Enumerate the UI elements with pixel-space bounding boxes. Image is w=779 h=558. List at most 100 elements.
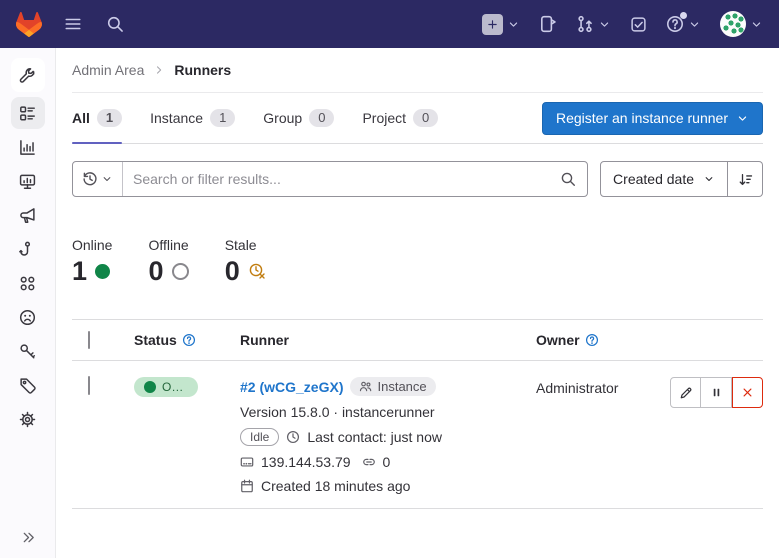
stat-value: 0	[148, 256, 163, 286]
idle-badge: Idle	[240, 428, 279, 446]
table-row: Online #2 (wCG_zeGX) Instance Vers	[72, 361, 763, 509]
issues-button[interactable]	[539, 15, 557, 33]
breadcrumb-runners: Runners	[174, 62, 231, 78]
tab-all[interactable]: All 1	[72, 93, 122, 143]
applications-grid-icon	[19, 275, 36, 292]
stat-offline: Offline 0	[148, 237, 188, 286]
ip-address-icon	[240, 455, 254, 469]
tab-group[interactable]: Group 0	[263, 93, 334, 143]
register-button-label: Register an instance runner	[556, 110, 728, 126]
sidebar-item-deploy-keys[interactable]	[11, 335, 45, 367]
runner-version: Version 15.8.0 · instancerunner	[240, 404, 435, 420]
select-all-checkbox[interactable]	[88, 331, 90, 349]
pencil-icon	[679, 386, 693, 400]
hook-icon	[19, 241, 36, 258]
plus-create-icon	[482, 14, 503, 35]
global-search-button[interactable]	[106, 15, 124, 33]
history-clock-icon	[82, 171, 98, 187]
column-runner: Runner	[240, 332, 289, 348]
runner-link[interactable]: #2 (wCG_zeGX)	[240, 379, 343, 395]
tab-label: All	[72, 110, 90, 126]
topbar-right-controls	[482, 11, 763, 37]
overview-list-icon	[19, 105, 36, 122]
top-navbar	[0, 0, 779, 48]
merge-requests-button[interactable]	[576, 15, 611, 33]
pause-runner-button[interactable]	[701, 377, 732, 408]
pause-icon	[710, 386, 723, 399]
chevron-right-icon	[153, 64, 165, 76]
select-runner-checkbox[interactable]	[88, 376, 90, 395]
sidebar-item-labels[interactable]	[11, 369, 45, 401]
online-dot-icon	[95, 264, 110, 279]
sidebar-expand-button[interactable]	[0, 529, 56, 546]
stat-online: Online 1	[72, 237, 112, 286]
stat-value: 1	[72, 256, 87, 286]
runner-type-badge: Instance	[350, 377, 435, 396]
table-header-row: Status Runner Owner	[72, 319, 763, 361]
todos-button[interactable]	[630, 16, 647, 33]
runner-created-text: Created 18 minutes ago	[261, 478, 410, 494]
sort-by-label: Created date	[613, 171, 694, 187]
gitlab-tanuki-icon	[16, 12, 42, 37]
hamburger-menu-button[interactable]	[64, 15, 82, 33]
main-content: Admin Area Runners All 1 Instance 1 Grou…	[56, 48, 779, 558]
search-submit-button[interactable]	[549, 162, 587, 196]
chevron-down-icon	[703, 173, 715, 185]
runner-jobs-count: 0	[383, 454, 391, 470]
chevron-down-icon	[598, 18, 611, 31]
sort-by-dropdown[interactable]: Created date	[600, 161, 728, 197]
filter-search-input[interactable]	[123, 171, 549, 187]
sidebar-item-monitoring[interactable]	[11, 165, 45, 197]
breadcrumb-admin-area[interactable]: Admin Area	[72, 62, 144, 78]
chevron-down-icon	[507, 18, 520, 31]
stat-value: 0	[225, 256, 240, 286]
runner-owner-link[interactable]: Administrator	[536, 380, 618, 396]
stat-label: Stale	[225, 237, 266, 253]
gitlab-logo[interactable]	[16, 12, 42, 37]
wrench-icon	[19, 67, 36, 84]
status-help-icon[interactable]	[182, 333, 196, 347]
stat-label: Offline	[148, 237, 188, 253]
runner-type-label: Instance	[377, 379, 426, 394]
sidebar-item-system-hooks[interactable]	[11, 233, 45, 265]
owner-help-icon[interactable]	[585, 333, 599, 347]
tab-project[interactable]: Project 0	[362, 93, 438, 143]
offline-circle-icon	[172, 263, 189, 280]
help-menu-button[interactable]	[666, 15, 701, 33]
new-menu-button[interactable]	[482, 14, 520, 35]
register-instance-runner-button[interactable]: Register an instance runner	[542, 102, 763, 135]
delete-runner-button[interactable]	[732, 377, 763, 408]
notification-dot	[680, 12, 687, 19]
stat-label: Online	[72, 237, 112, 253]
chevron-down-icon	[736, 112, 749, 125]
sidebar-item-overview[interactable]	[11, 97, 45, 129]
status-badge: Online	[134, 377, 198, 397]
column-owner: Owner	[536, 332, 580, 348]
chevron-down-icon	[101, 173, 113, 185]
search-history-dropdown[interactable]	[73, 162, 123, 196]
sidebar-item-settings[interactable]	[11, 403, 45, 435]
edit-runner-button[interactable]	[670, 377, 701, 408]
user-menu-button[interactable]	[720, 11, 763, 37]
sidebar-item-analytics[interactable]	[11, 131, 45, 163]
calendar-icon	[240, 479, 254, 493]
runner-actions	[670, 377, 763, 408]
sidebar-item-admin-area[interactable]	[11, 58, 45, 92]
sort-controls: Created date	[600, 161, 763, 197]
sort-direction-button[interactable]	[728, 161, 763, 197]
tab-label: Project	[362, 110, 406, 126]
tab-count-badge: 0	[309, 109, 334, 127]
close-x-icon	[741, 386, 754, 399]
tag-icon	[19, 377, 36, 394]
sidebar-item-applications[interactable]	[11, 267, 45, 299]
stale-clock-x-icon	[248, 262, 266, 280]
sidebar-item-messages[interactable]	[11, 199, 45, 231]
users-icon	[359, 380, 372, 393]
megaphone-icon	[19, 207, 36, 224]
tab-instance[interactable]: Instance 1	[150, 93, 235, 143]
runner-stats: Online 1 Offline 0 Stale 0	[72, 237, 763, 286]
column-status: Status	[134, 332, 177, 348]
filtered-search-box	[72, 161, 588, 197]
frown-face-icon	[19, 309, 36, 326]
sidebar-item-abuse-reports[interactable]	[11, 301, 45, 333]
